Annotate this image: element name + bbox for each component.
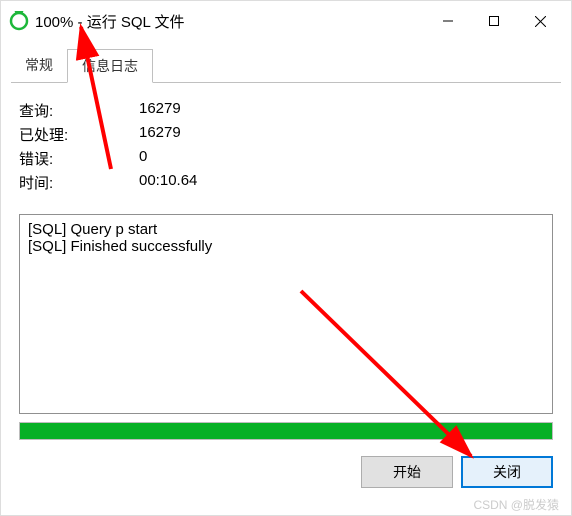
stat-processed-value: 16279 bbox=[139, 124, 181, 145]
tab-general[interactable]: 常规 bbox=[11, 49, 67, 83]
titlebar: 100% - 运行 SQL 文件 bbox=[1, 1, 571, 41]
start-button[interactable]: 开始 bbox=[361, 456, 453, 488]
progress-fill bbox=[20, 423, 552, 439]
close-button[interactable]: 关闭 bbox=[461, 456, 553, 488]
stat-time: 时间: 00:10.64 bbox=[19, 172, 553, 193]
stat-processed: 已处理: 16279 bbox=[19, 124, 553, 145]
window-title: 100% - 运行 SQL 文件 bbox=[35, 11, 425, 32]
stat-errors-value: 0 bbox=[139, 148, 147, 169]
log-textarea[interactable]: [SQL] Query p start [SQL] Finished succe… bbox=[19, 214, 553, 414]
stat-query: 查询: 16279 bbox=[19, 100, 553, 121]
close-window-button[interactable] bbox=[517, 1, 563, 41]
stats-panel: 查询: 16279 已处理: 16279 错误: 0 时间: 00:10.64 bbox=[1, 83, 571, 204]
stat-errors-label: 错误: bbox=[19, 148, 139, 169]
watermark: CSDN @脱发猿 bbox=[473, 496, 559, 513]
stat-query-label: 查询: bbox=[19, 100, 139, 121]
button-row: 开始 关闭 bbox=[1, 450, 571, 488]
maximize-button[interactable] bbox=[471, 1, 517, 41]
stat-time-label: 时间: bbox=[19, 172, 139, 193]
log-line: [SQL] Finished successfully bbox=[28, 238, 544, 255]
navicat-icon bbox=[9, 11, 29, 31]
minimize-button[interactable] bbox=[425, 1, 471, 41]
log-line: [SQL] Query p start bbox=[28, 221, 544, 238]
stat-errors: 错误: 0 bbox=[19, 148, 553, 169]
stat-query-value: 16279 bbox=[139, 100, 181, 121]
stat-processed-label: 已处理: bbox=[19, 124, 139, 145]
window-controls bbox=[425, 1, 563, 41]
dialog-window: 100% - 运行 SQL 文件 常规 信息日志 查询: 16279 已处理: … bbox=[0, 0, 572, 516]
tab-message-log[interactable]: 信息日志 bbox=[67, 49, 153, 83]
tabs: 常规 信息日志 bbox=[1, 41, 571, 83]
stat-time-value: 00:10.64 bbox=[139, 172, 197, 193]
progress-bar bbox=[19, 422, 553, 440]
